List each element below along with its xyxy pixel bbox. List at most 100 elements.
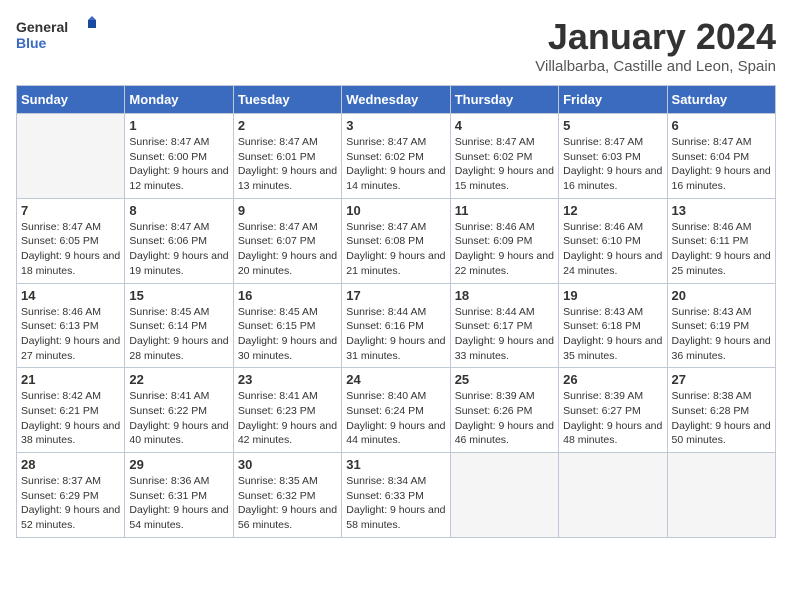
sunrise-text: Sunrise: 8:46 AM <box>455 220 554 235</box>
daylight-text: Daylight: 9 hours and 31 minutes. <box>346 334 445 363</box>
daylight-text: Daylight: 9 hours and 30 minutes. <box>238 334 337 363</box>
day-number: 26 <box>563 372 662 387</box>
daylight-text: Daylight: 9 hours and 20 minutes. <box>238 249 337 278</box>
calendar-subtitle: Villalbarba, Castille and Leon, Spain <box>535 58 776 75</box>
sunrise-text: Sunrise: 8:44 AM <box>346 305 445 320</box>
calendar-cell: 26 Sunrise: 8:39 AM Sunset: 6:27 PM Dayl… <box>559 368 667 453</box>
sunset-text: Sunset: 6:14 PM <box>129 319 228 334</box>
calendar-cell <box>17 114 125 199</box>
page-header: General Blue January 2024 Villalbarba, C… <box>16 16 776 75</box>
daylight-text: Daylight: 9 hours and 58 minutes. <box>346 503 445 532</box>
day-number: 28 <box>21 457 120 472</box>
daylight-text: Daylight: 9 hours and 18 minutes. <box>21 249 120 278</box>
sunset-text: Sunset: 6:26 PM <box>455 404 554 419</box>
calendar-cell <box>450 453 558 538</box>
sunset-text: Sunset: 6:07 PM <box>238 234 337 249</box>
sunset-text: Sunset: 6:18 PM <box>563 319 662 334</box>
daylight-text: Daylight: 9 hours and 25 minutes. <box>672 249 771 278</box>
day-number: 11 <box>455 203 554 218</box>
sunrise-text: Sunrise: 8:35 AM <box>238 474 337 489</box>
calendar-cell: 22 Sunrise: 8:41 AM Sunset: 6:22 PM Dayl… <box>125 368 233 453</box>
daylight-text: Daylight: 9 hours and 15 minutes. <box>455 164 554 193</box>
title-area: January 2024 Villalbarba, Castille and L… <box>535 16 776 75</box>
daylight-text: Daylight: 9 hours and 24 minutes. <box>563 249 662 278</box>
calendar-cell: 25 Sunrise: 8:39 AM Sunset: 6:26 PM Dayl… <box>450 368 558 453</box>
col-monday: Monday <box>125 86 233 114</box>
daylight-text: Daylight: 9 hours and 33 minutes. <box>455 334 554 363</box>
sunrise-text: Sunrise: 8:40 AM <box>346 389 445 404</box>
day-number: 23 <box>238 372 337 387</box>
sunset-text: Sunset: 6:03 PM <box>563 150 662 165</box>
calendar-cell: 14 Sunrise: 8:46 AM Sunset: 6:13 PM Dayl… <box>17 283 125 368</box>
sunrise-text: Sunrise: 8:41 AM <box>238 389 337 404</box>
calendar-cell: 18 Sunrise: 8:44 AM Sunset: 6:17 PM Dayl… <box>450 283 558 368</box>
sunset-text: Sunset: 6:28 PM <box>672 404 771 419</box>
daylight-text: Daylight: 9 hours and 35 minutes. <box>563 334 662 363</box>
sunrise-text: Sunrise: 8:46 AM <box>21 305 120 320</box>
sunset-text: Sunset: 6:32 PM <box>238 489 337 504</box>
svg-text:General: General <box>16 19 68 35</box>
sunset-text: Sunset: 6:04 PM <box>672 150 771 165</box>
calendar-cell: 30 Sunrise: 8:35 AM Sunset: 6:32 PM Dayl… <box>233 453 341 538</box>
sunrise-text: Sunrise: 8:37 AM <box>21 474 120 489</box>
sunrise-text: Sunrise: 8:43 AM <box>563 305 662 320</box>
sunset-text: Sunset: 6:05 PM <box>21 234 120 249</box>
calendar-cell: 31 Sunrise: 8:34 AM Sunset: 6:33 PM Dayl… <box>342 453 450 538</box>
sunrise-text: Sunrise: 8:43 AM <box>672 305 771 320</box>
col-tuesday: Tuesday <box>233 86 341 114</box>
sunrise-text: Sunrise: 8:47 AM <box>238 135 337 150</box>
day-number: 12 <box>563 203 662 218</box>
daylight-text: Daylight: 9 hours and 14 minutes. <box>346 164 445 193</box>
sunrise-text: Sunrise: 8:45 AM <box>238 305 337 320</box>
daylight-text: Daylight: 9 hours and 40 minutes. <box>129 419 228 448</box>
daylight-text: Daylight: 9 hours and 52 minutes. <box>21 503 120 532</box>
sunrise-text: Sunrise: 8:47 AM <box>346 220 445 235</box>
sunrise-text: Sunrise: 8:47 AM <box>129 135 228 150</box>
day-number: 9 <box>238 203 337 218</box>
daylight-text: Daylight: 9 hours and 27 minutes. <box>21 334 120 363</box>
sunset-text: Sunset: 6:15 PM <box>238 319 337 334</box>
col-friday: Friday <box>559 86 667 114</box>
sunset-text: Sunset: 6:02 PM <box>455 150 554 165</box>
calendar-cell: 11 Sunrise: 8:46 AM Sunset: 6:09 PM Dayl… <box>450 198 558 283</box>
day-number: 19 <box>563 288 662 303</box>
sunrise-text: Sunrise: 8:47 AM <box>346 135 445 150</box>
sunset-text: Sunset: 6:23 PM <box>238 404 337 419</box>
calendar-cell: 21 Sunrise: 8:42 AM Sunset: 6:21 PM Dayl… <box>17 368 125 453</box>
sunset-text: Sunset: 6:29 PM <box>21 489 120 504</box>
calendar-cell: 20 Sunrise: 8:43 AM Sunset: 6:19 PM Dayl… <box>667 283 775 368</box>
sunrise-text: Sunrise: 8:39 AM <box>455 389 554 404</box>
sunset-text: Sunset: 6:09 PM <box>455 234 554 249</box>
svg-text:Blue: Blue <box>16 35 47 51</box>
day-number: 5 <box>563 118 662 133</box>
daylight-text: Daylight: 9 hours and 16 minutes. <box>563 164 662 193</box>
daylight-text: Daylight: 9 hours and 28 minutes. <box>129 334 228 363</box>
day-number: 14 <box>21 288 120 303</box>
sunrise-text: Sunrise: 8:47 AM <box>21 220 120 235</box>
sunset-text: Sunset: 6:17 PM <box>455 319 554 334</box>
sunrise-text: Sunrise: 8:47 AM <box>563 135 662 150</box>
logo-icon: General Blue <box>16 16 106 56</box>
calendar-cell: 2 Sunrise: 8:47 AM Sunset: 6:01 PM Dayli… <box>233 114 341 199</box>
sunrise-text: Sunrise: 8:44 AM <box>455 305 554 320</box>
sunrise-text: Sunrise: 8:34 AM <box>346 474 445 489</box>
calendar-week-row: 7 Sunrise: 8:47 AM Sunset: 6:05 PM Dayli… <box>17 198 776 283</box>
day-number: 25 <box>455 372 554 387</box>
day-number: 3 <box>346 118 445 133</box>
sunrise-text: Sunrise: 8:38 AM <box>672 389 771 404</box>
calendar-cell <box>667 453 775 538</box>
calendar-cell: 16 Sunrise: 8:45 AM Sunset: 6:15 PM Dayl… <box>233 283 341 368</box>
calendar-cell: 9 Sunrise: 8:47 AM Sunset: 6:07 PM Dayli… <box>233 198 341 283</box>
day-number: 17 <box>346 288 445 303</box>
calendar-cell: 4 Sunrise: 8:47 AM Sunset: 6:02 PM Dayli… <box>450 114 558 199</box>
sunset-text: Sunset: 6:24 PM <box>346 404 445 419</box>
sunrise-text: Sunrise: 8:47 AM <box>672 135 771 150</box>
sunset-text: Sunset: 6:27 PM <box>563 404 662 419</box>
daylight-text: Daylight: 9 hours and 13 minutes. <box>238 164 337 193</box>
sunset-text: Sunset: 6:11 PM <box>672 234 771 249</box>
sunset-text: Sunset: 6:10 PM <box>563 234 662 249</box>
calendar-cell: 29 Sunrise: 8:36 AM Sunset: 6:31 PM Dayl… <box>125 453 233 538</box>
day-number: 1 <box>129 118 228 133</box>
calendar-cell: 1 Sunrise: 8:47 AM Sunset: 6:00 PM Dayli… <box>125 114 233 199</box>
daylight-text: Daylight: 9 hours and 42 minutes. <box>238 419 337 448</box>
